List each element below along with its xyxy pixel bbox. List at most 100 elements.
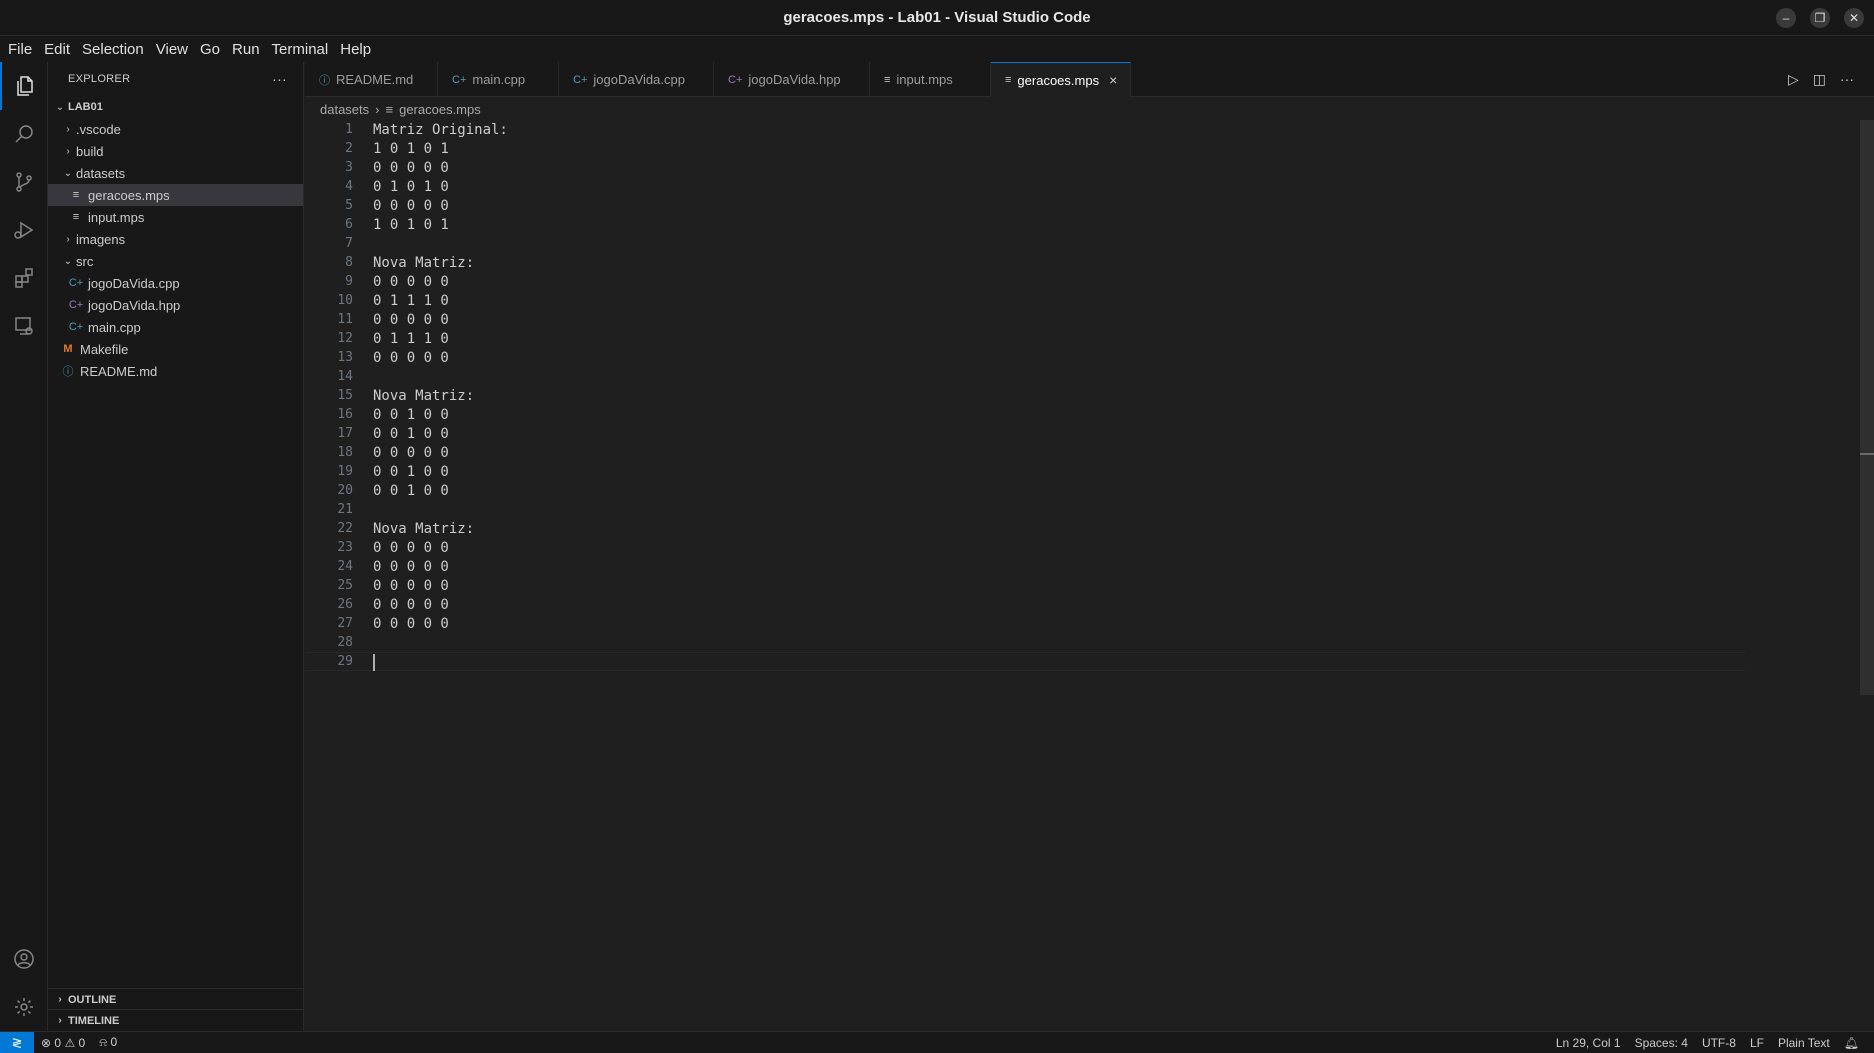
cursor-position[interactable]: Ln 29, Col 1	[1549, 1036, 1628, 1050]
more-actions-icon[interactable]: ···	[1840, 71, 1854, 88]
ports-indicator[interactable]: ⍾ 0	[92, 1035, 124, 1050]
file-item[interactable]: ≡ input.mps	[48, 206, 303, 228]
tree-item-label: main.cpp	[88, 319, 141, 335]
warning-count: 0	[78, 1035, 86, 1050]
source-control-activity[interactable]	[0, 158, 48, 206]
line-number: 2	[345, 141, 353, 156]
workspace-root-label: LAB01	[68, 101, 103, 113]
search-activity[interactable]	[0, 110, 48, 158]
file-item[interactable]: C+ jogoDaVida.hpp	[48, 294, 303, 316]
menu-go[interactable]: Go	[194, 41, 226, 58]
tree-item-label: Makefile	[80, 341, 129, 357]
line-number: 17	[337, 426, 353, 441]
end-of-line[interactable]: LF	[1743, 1036, 1771, 1050]
tree-item-label: README.md	[80, 363, 158, 379]
tab-label: main.cpp	[472, 72, 526, 87]
remote-explorer-activity[interactable]	[0, 302, 48, 350]
folder-item[interactable]: ⌄ datasets	[48, 162, 303, 184]
line-number: 27	[337, 616, 353, 631]
code-line: 19 0 0 1 0 0	[305, 462, 1745, 481]
line-text: 1 0 1 0 1	[373, 140, 449, 157]
extensions-icon	[15, 268, 33, 288]
status-right: Ln 29, Col 1 Spaces: 4 UTF-8 LF Plain Te…	[1549, 1036, 1874, 1050]
code-line: 18 0 0 0 0 0	[305, 443, 1745, 462]
line-text: 0 0 0 0 0	[373, 577, 449, 594]
outline-label: OUTLINE	[68, 993, 117, 1006]
menu-run[interactable]: Run	[226, 41, 266, 58]
outline-section[interactable]: › OUTLINE	[48, 988, 304, 1010]
file-lines-icon: ≡	[385, 101, 394, 117]
code-line: 24 0 0 0 0 0	[305, 557, 1745, 576]
breadcrumb-file[interactable]: geracoes.mps	[399, 102, 481, 117]
folder-item[interactable]: ⌄ src	[48, 250, 303, 272]
extensions-activity[interactable]	[0, 254, 48, 302]
run-icon[interactable]: ▷	[1788, 71, 1799, 88]
line-text: 0 0 0 0 0	[373, 349, 449, 366]
folder-item[interactable]: › imagens	[48, 228, 303, 250]
file-item[interactable]: ⓘ README.md	[48, 360, 303, 382]
menu-selection[interactable]: Selection	[76, 41, 150, 58]
remote-indicator[interactable]: ≷	[0, 1031, 34, 1053]
menu-file[interactable]: File	[2, 41, 38, 58]
line-number: 19	[337, 464, 353, 479]
tab-input-mps[interactable]: ≡ input.mps	[870, 62, 991, 97]
tab-geracoes-mps[interactable]: ≡ geracoes.mps ×	[991, 62, 1131, 97]
timeline-label: TIMELINE	[68, 1014, 120, 1027]
line-text: 1 0 1 0 1	[373, 216, 449, 233]
tab-jogodavida-hpp[interactable]: C+ jogoDaVida.hpp	[714, 62, 870, 97]
accounts-activity[interactable]	[0, 935, 48, 983]
editor-scrollbar[interactable]	[1860, 120, 1874, 695]
bell-icon[interactable]: 🔔︎	[1837, 1036, 1866, 1050]
menu-help[interactable]: Help	[334, 41, 377, 58]
timeline-section[interactable]: › TIMELINE	[48, 1009, 304, 1031]
tab-jogodavida-cpp[interactable]: C+ jogoDaVida.cpp	[559, 62, 714, 97]
makefile-icon: M	[63, 343, 73, 355]
menu-view[interactable]: View	[150, 41, 194, 58]
line-text: 0 0 0 0 0	[373, 197, 449, 214]
menu-terminal[interactable]: Terminal	[266, 41, 335, 58]
run-debug-activity[interactable]	[0, 206, 48, 254]
file-item[interactable]: C+ main.cpp	[48, 316, 303, 338]
line-text: 0 0 1 0 0	[373, 463, 449, 480]
encoding[interactable]: UTF-8	[1695, 1036, 1743, 1050]
tree-item-label: datasets	[76, 165, 126, 181]
file-item[interactable]: C+ jogoDaVida.cpp	[48, 272, 303, 294]
code-line: 11 0 0 0 0 0	[305, 310, 1745, 329]
tree-item-label: imagens	[76, 231, 126, 247]
folder-item[interactable]: › build	[48, 140, 303, 162]
tab-main-cpp[interactable]: C+ main.cpp	[438, 62, 559, 97]
more-actions-icon[interactable]: ···	[272, 71, 287, 87]
cpp-file-icon: C+	[68, 321, 84, 333]
workspace-root[interactable]: ⌄ LAB01	[48, 96, 303, 118]
language-mode[interactable]: Plain Text	[1771, 1036, 1837, 1050]
account-icon	[14, 949, 34, 969]
split-editor-icon[interactable]: ◫	[1813, 71, 1826, 88]
gear-icon	[15, 998, 33, 1016]
code-line: 26 0 0 0 0 0	[305, 595, 1745, 614]
explorer-activity[interactable]	[0, 62, 48, 110]
manage-activity[interactable]	[0, 983, 48, 1031]
chevron-right-icon: ›	[58, 994, 62, 1005]
broadcast-icon: ⍾	[99, 1035, 108, 1049]
problems-indicator[interactable]: ⊗ 0 ⚠ 0	[34, 1036, 92, 1050]
line-text: 0 0 0 0 0	[373, 159, 449, 176]
folder-item[interactable]: › .vscode	[48, 118, 303, 140]
tree-item-label: jogoDaVida.hpp	[88, 297, 181, 313]
restore-button[interactable]: ❐	[1810, 8, 1830, 28]
code-line: 9 0 0 0 0 0	[305, 272, 1745, 291]
close-window-button[interactable]: ✕	[1844, 8, 1864, 28]
minimize-button[interactable]: –	[1776, 8, 1796, 28]
close-icon[interactable]: ×	[1109, 72, 1117, 88]
code-line: 10 0 1 1 1 0	[305, 291, 1745, 310]
code-line: 4 0 1 0 1 0	[305, 177, 1745, 196]
code-line: 12 0 1 1 1 0	[305, 329, 1745, 348]
tab-label: jogoDaVida.cpp	[593, 72, 685, 87]
code-editor[interactable]: 1 Matriz Original: 2 1 0 1 0 1 3 0 0 0 0 0 4 0 …	[305, 120, 1874, 1031]
file-item[interactable]: ≡ geracoes.mps	[48, 184, 303, 206]
menu-edit[interactable]: Edit	[38, 41, 76, 58]
breadcrumb-folder[interactable]: datasets	[320, 102, 369, 117]
file-item[interactable]: M Makefile	[48, 338, 303, 360]
indentation[interactable]: Spaces: 4	[1628, 1036, 1695, 1050]
tab-readme-md[interactable]: ⓘ README.md	[305, 62, 438, 97]
tree-item-label: build	[76, 143, 104, 159]
